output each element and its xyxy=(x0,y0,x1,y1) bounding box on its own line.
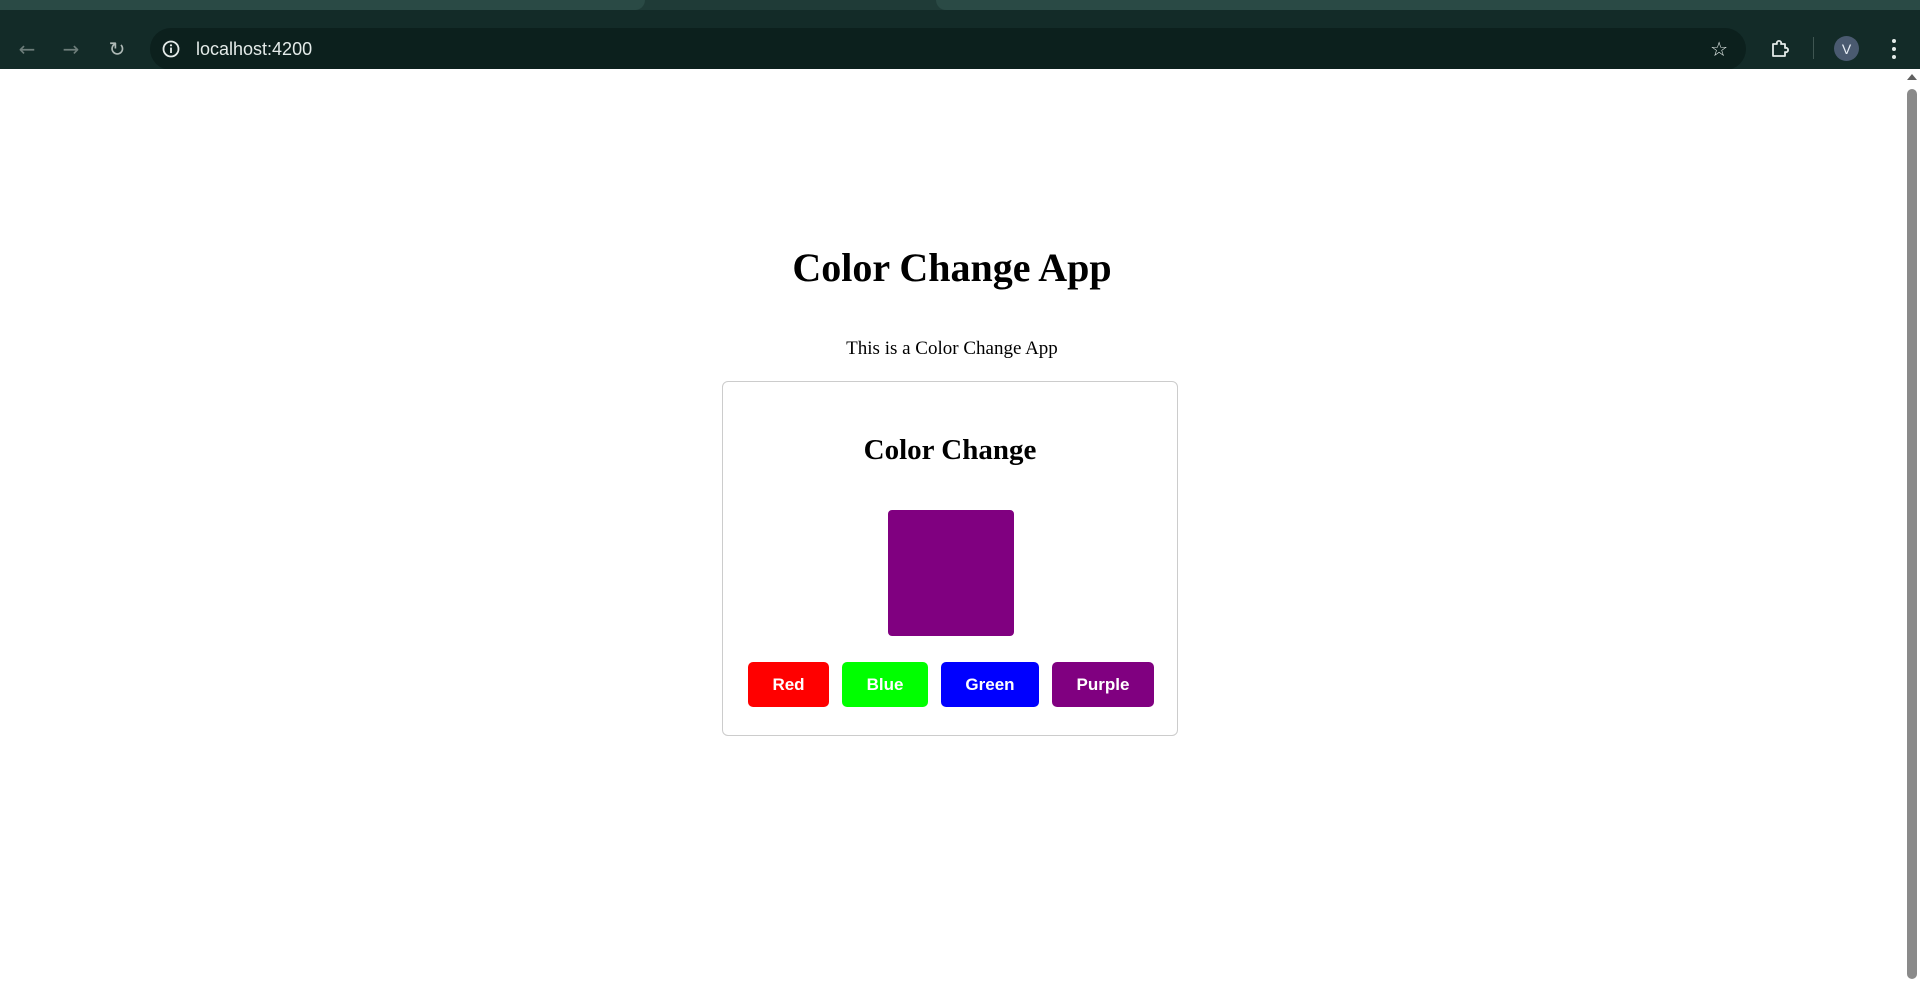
page-description: This is a Color Change App xyxy=(846,338,1058,359)
profile-avatar[interactable]: V xyxy=(1834,36,1859,61)
scroll-up-arrow-icon[interactable] xyxy=(1907,74,1917,80)
arrow-left-icon: ← xyxy=(18,37,36,61)
star-icon[interactable]: ☆ xyxy=(1710,37,1728,61)
reload-icon: ↻ xyxy=(108,37,126,61)
tab-inactive-left[interactable] xyxy=(0,0,645,10)
arrow-right-icon: → xyxy=(62,37,80,61)
puzzle-icon[interactable] xyxy=(1766,34,1794,62)
scroll-thumb[interactable] xyxy=(1907,89,1917,979)
page-title: Color Change App xyxy=(792,245,1112,290)
tab-strip xyxy=(0,0,1920,10)
reload-button[interactable]: ↻ xyxy=(98,30,136,68)
vertical-scrollbar[interactable] xyxy=(1904,69,1920,983)
card-title: Color Change xyxy=(863,434,1037,466)
address-bar[interactable]: localhost:4200 ☆ xyxy=(150,28,1746,70)
toolbar-divider xyxy=(1813,37,1814,59)
purple-button[interactable]: Purple xyxy=(1052,662,1154,707)
back-button[interactable]: ← xyxy=(8,30,46,68)
color-change-card: Color Change Red Blue Green Purple xyxy=(722,381,1178,736)
blue-button[interactable]: Blue xyxy=(842,662,928,707)
tab-inactive-right[interactable] xyxy=(936,0,1920,10)
browser-toolbar: ← → ↻ localhost:4200 ☆ V xyxy=(0,10,1920,70)
forward-button[interactable]: → xyxy=(52,30,90,68)
info-icon[interactable] xyxy=(160,38,182,60)
color-preview-box xyxy=(888,510,1014,636)
green-button[interactable]: Green xyxy=(941,662,1039,707)
red-button[interactable]: Red xyxy=(748,662,829,707)
kebab-menu-icon[interactable] xyxy=(1884,36,1904,62)
url-text[interactable]: localhost:4200 xyxy=(196,38,312,60)
